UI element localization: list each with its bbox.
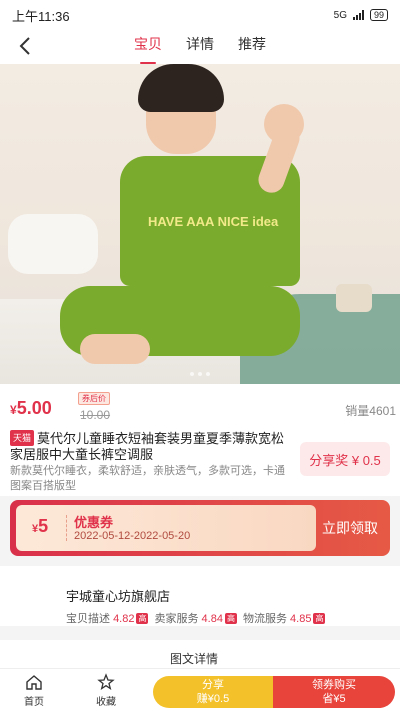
share-earn-button[interactable]: 分享 赚¥0.5 — [153, 676, 273, 708]
coupon-divider — [66, 515, 67, 541]
coupon-card[interactable]: ¥5 优惠券 2022-05-12-2022-05-20 立即领取 — [10, 500, 390, 556]
coupon-title: 优惠券 — [74, 515, 114, 530]
status-time: 上午11:36 — [12, 8, 70, 24]
status-indicators: 5G 99 — [334, 9, 388, 21]
coupon-value: 5 — [38, 516, 49, 536]
status-bar: 上午11:36 5G 99 — [0, 0, 400, 30]
price-row: ¥5.00 券后价 10.00 销量4601 — [0, 384, 400, 428]
shop-scores: 宝贝描述 4.82 高 卖家服务 4.84 高 物流服务 4.85 高 — [66, 610, 326, 626]
tab-product[interactable]: 宝贝 — [134, 30, 162, 64]
home-label: 首页 — [24, 697, 44, 708]
buy-label: 领券购买 — [312, 679, 356, 691]
current-price: ¥5.00 — [10, 398, 52, 419]
top-nav: 宝贝 详情 推荐 — [0, 30, 400, 64]
home-icon — [26, 675, 42, 690]
buy-sub: 省¥5 — [322, 693, 346, 705]
claim-coupon-button[interactable]: 立即领取 — [310, 500, 390, 556]
favorite-button[interactable]: 收藏 — [86, 673, 126, 708]
coupon-amount: ¥5 — [32, 516, 48, 537]
signal-icon — [352, 10, 364, 20]
tab-recommend[interactable]: 推荐 — [238, 30, 266, 64]
product-description: 新款莫代尔睡衣，柔软舒适，亲肤透气，多款可选，卡通图案百搭版型 — [10, 465, 285, 492]
bottom-bar: 首页 收藏 分享 赚¥0.5 领券购买 省¥5 — [0, 668, 400, 711]
product-info: 天猫 莫代尔儿童睡衣短袖套装男童夏季薄款宽松家居服中大童长裤空调服 新款莫代尔睡衣… — [0, 428, 400, 496]
shop-name: 宇城童心坊旗舰店 — [66, 589, 171, 604]
detail-label: 图文详情 — [170, 652, 219, 666]
coupon-validity: 2022-05-12-2022-05-20 — [74, 530, 191, 542]
cup-shape — [336, 284, 372, 312]
product-title: 天猫 莫代尔儿童睡衣短袖套装男童夏季薄款宽松家居服中大童长裤空调服 — [10, 430, 290, 463]
original-price: 10.00 — [80, 408, 111, 422]
share-earn-label: 分享 — [202, 679, 224, 691]
feet-shape — [80, 334, 150, 364]
shop-info[interactable]: 宇城童心坊旗舰店 宝贝描述 4.82 高 卖家服务 4.84 高 物流服务 4.85… — [0, 566, 400, 626]
pillow-shape — [8, 214, 98, 274]
after-coupon-tag: 券后价 — [78, 392, 110, 405]
shirt-print: HAVE AAA NICE idea — [148, 214, 279, 229]
tab-details[interactable]: 详情 — [186, 30, 214, 64]
sales-count: 销量4601 — [345, 404, 396, 418]
coupon-body: ¥5 优惠券 2022-05-12-2022-05-20 — [16, 505, 316, 551]
product-image[interactable]: HAVE AAA NICE idea — [0, 64, 400, 384]
product-title-text: 莫代尔儿童睡衣短袖套装男童夏季薄款宽松家居服中大童长裤空调服 — [10, 431, 285, 462]
claim-and-buy-button[interactable]: 领券购买 省¥5 — [273, 676, 395, 708]
share-reward-button[interactable]: 分享奖 ¥ 0.5 — [300, 442, 390, 476]
share-earn-sub: 赚¥0.5 — [196, 693, 230, 705]
score-seller-service: 卖家服务 4.84 高 — [154, 613, 237, 625]
price-value: 5.00 — [16, 398, 52, 418]
network-label: 5G — [333, 9, 347, 21]
hand-shape — [264, 104, 304, 144]
hair-shape — [138, 64, 224, 112]
currency-symbol: ¥ — [10, 403, 17, 417]
carousel-indicator — [190, 372, 210, 376]
favorite-label: 收藏 — [96, 697, 116, 708]
battery-icon: 99 — [369, 9, 388, 21]
home-button[interactable]: 首页 — [14, 673, 54, 708]
detail-section-header: 图文详情 — [0, 640, 400, 668]
tmall-badge: 天猫 — [10, 430, 35, 446]
tab-bar: 宝贝 详情 推荐 — [0, 30, 400, 64]
star-icon — [97, 673, 115, 690]
score-logistics: 物流服务 4.85 高 — [242, 613, 326, 625]
score-description: 宝贝描述 4.82 高 — [66, 613, 149, 625]
